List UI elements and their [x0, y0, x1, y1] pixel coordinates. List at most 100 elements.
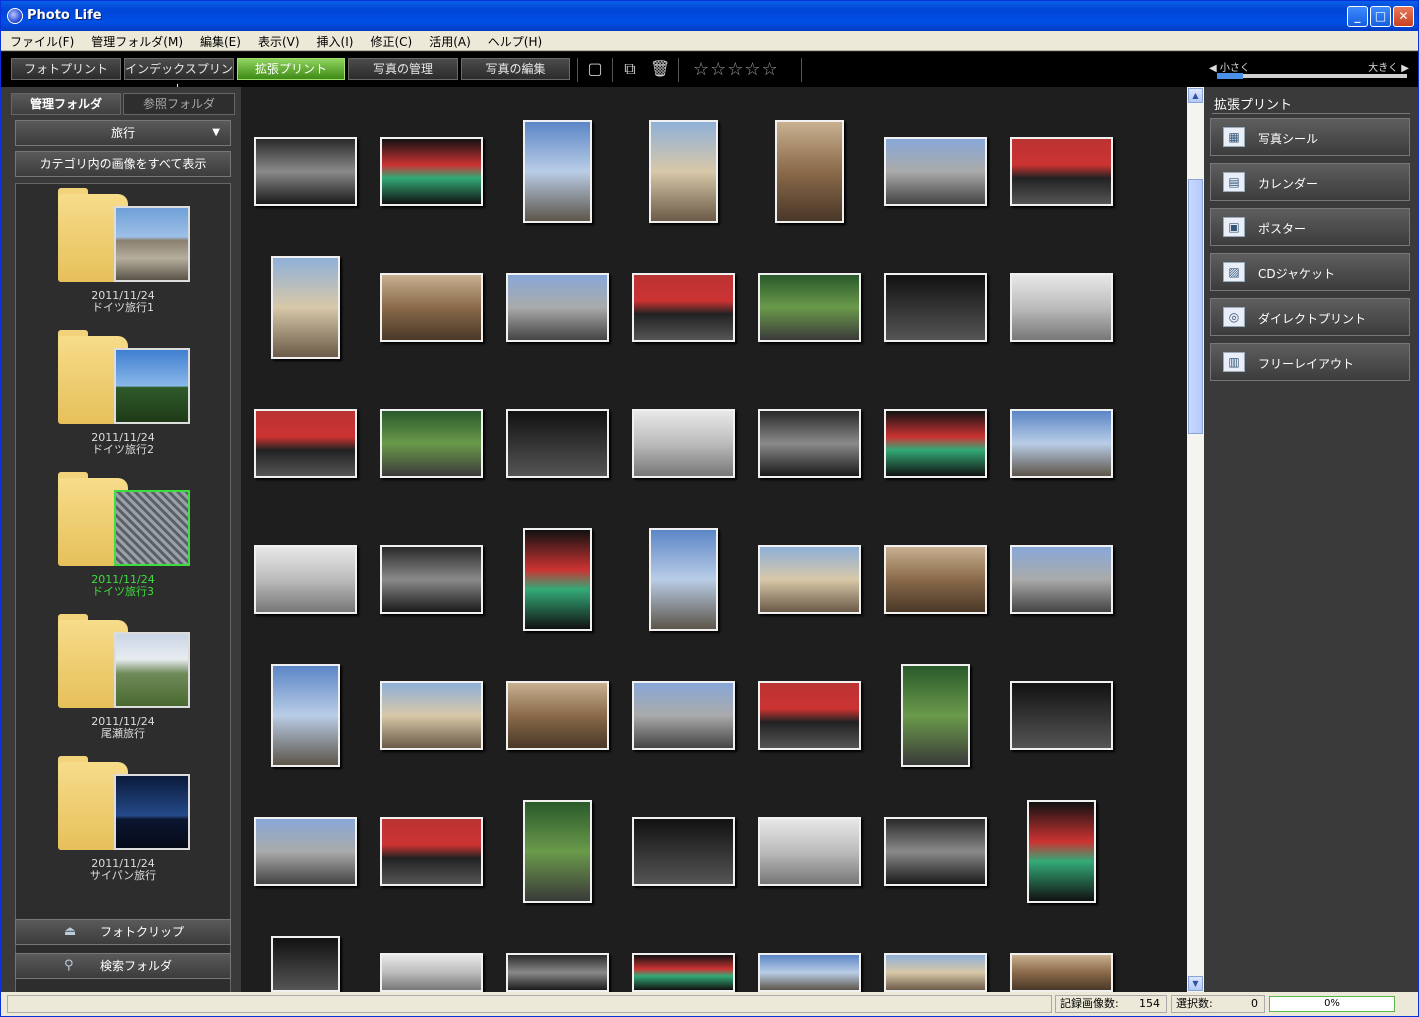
title-bar[interactable]: Photo Life _ □ ✕ [1, 1, 1418, 31]
cd-jacket-button[interactable]: ▨ CDジャケット [1210, 253, 1410, 291]
menu-edit[interactable]: 編集(E) [191, 31, 249, 50]
free-layout-button[interactable]: ▥ フリーレイアウト [1210, 343, 1410, 381]
direct-print-button[interactable]: ◎ ダイレクトプリント [1210, 298, 1410, 336]
scroll-up-button[interactable]: ▲ [1188, 88, 1203, 103]
photo-thumbnail[interactable] [253, 816, 357, 886]
photo-thumbnail[interactable] [900, 663, 970, 767]
right-panel: 拡張プリント ▦ 写真シール ▤ カレンダー ▣ ポスター ▨ CDジャケット ◎ ダイレ… [1204, 87, 1418, 992]
photo-thumbnail[interactable] [883, 952, 987, 992]
photo-thumbnail[interactable] [1009, 680, 1113, 750]
photo-thumbnail[interactable] [631, 680, 735, 750]
toolbar-separator [577, 58, 578, 82]
slider-track[interactable] [1217, 74, 1407, 78]
menu-help[interactable]: ヘルプ(H) [479, 31, 550, 50]
photo-thumbnail[interactable] [757, 952, 861, 992]
photo-thumbnail[interactable] [883, 408, 987, 478]
folder-item[interactable]: 2011/11/24 ドイツ旅行2 [16, 326, 230, 468]
folder-item[interactable]: 2011/11/24 尾瀬旅行 [16, 610, 230, 752]
photo-thumbnail[interactable] [1009, 272, 1113, 342]
photo-thumbnail[interactable] [379, 952, 483, 992]
photo-thumbnail[interactable] [379, 816, 483, 886]
photo-thumbnail[interactable] [1009, 952, 1113, 992]
maximize-button[interactable]: □ [1370, 6, 1391, 27]
photo-thumbnail[interactable] [253, 408, 357, 478]
photo-thumbnail[interactable] [774, 119, 844, 223]
photo-thumbnail[interactable] [757, 272, 861, 342]
photo-thumbnail[interactable] [883, 136, 987, 206]
search-folder-button[interactable]: ⚲ 検索フォルダ [15, 953, 231, 979]
tab-reference-folder[interactable]: 参照フォルダ [123, 93, 235, 115]
thumbnail-size-slider[interactable]: ◀ 小さく 大きく ▶ [1209, 57, 1409, 85]
photo-thumbnail[interactable] [270, 935, 340, 992]
vertical-scrollbar[interactable]: ▲ ▼ [1187, 87, 1204, 992]
folder-item[interactable]: 2011/11/24 ドイツ旅行1 [16, 184, 230, 326]
photo-thumbnail[interactable] [505, 408, 609, 478]
rating-stars[interactable]: ☆☆☆☆☆ [693, 59, 779, 80]
photo-thumbnail[interactable] [522, 119, 592, 223]
photo-thumbnail[interactable] [379, 136, 483, 206]
category-dropdown[interactable]: 旅行 ▼ [15, 120, 231, 146]
menu-view[interactable]: 表示(V) [249, 31, 308, 50]
menu-insert[interactable]: 挿入(I) [308, 31, 362, 50]
photo-thumbnail[interactable] [270, 663, 340, 767]
photo-thumbnail[interactable] [379, 408, 483, 478]
eject-icon: ⏏ [64, 924, 77, 939]
photo-thumbnail[interactable] [757, 816, 861, 886]
folder-item[interactable]: 2011/11/24 サイパン旅行 [16, 752, 230, 894]
photo-thumbnail[interactable] [270, 255, 340, 359]
photo-thumbnail[interactable] [757, 680, 861, 750]
photo-thumbnail[interactable] [631, 816, 735, 886]
tab-index-print[interactable]: インデックスプリント [124, 58, 234, 96]
photo-thumbnail[interactable] [505, 952, 609, 992]
photo-thumbnail[interactable] [883, 272, 987, 342]
size-small-label[interactable]: ◀ 小さく [1209, 59, 1250, 74]
tab-photo-management[interactable]: 写真の管理 [348, 58, 458, 80]
photo-thumbnail[interactable] [883, 544, 987, 614]
trash-icon[interactable]: 🗑 [650, 59, 670, 79]
photo-thumbnail[interactable] [522, 527, 592, 631]
photo-thumbnail[interactable] [757, 544, 861, 614]
photo-thumbnail[interactable] [883, 816, 987, 886]
photo-thumbnail[interactable] [522, 799, 592, 903]
tab-photo-editing[interactable]: 写真の編集 [461, 58, 570, 80]
tab-managed-folder[interactable]: 管理フォルダ [11, 93, 121, 115]
show-all-button[interactable]: カテゴリ内の画像をすべて表示 [15, 151, 231, 177]
scroll-thumb[interactable] [1188, 179, 1203, 434]
photo-thumbnail[interactable] [1026, 799, 1096, 903]
scroll-down-button[interactable]: ▼ [1188, 976, 1203, 991]
tab-extended-print[interactable]: 拡張プリント [237, 58, 345, 80]
size-large-label[interactable]: 大きく ▶ [1368, 59, 1409, 74]
photo-thumbnail[interactable] [1009, 136, 1113, 206]
photo-thumbnail[interactable] [631, 952, 735, 992]
photo-thumbnail[interactable] [631, 272, 735, 342]
close-button[interactable]: ✕ [1393, 6, 1414, 27]
photo-thumbnail[interactable] [505, 680, 609, 750]
photo-thumbnail[interactable] [1009, 544, 1113, 614]
folder-item-selected[interactable]: 2011/11/24 ドイツ旅行3 [16, 468, 230, 610]
photo-clip-button[interactable]: ⏏ フォトクリップ [15, 919, 231, 945]
photo-thumbnail[interactable] [505, 272, 609, 342]
toolbar-separator [801, 58, 802, 82]
single-view-icon[interactable]: ▢ [585, 59, 605, 79]
photo-thumbnail[interactable] [253, 544, 357, 614]
photo-thumbnail[interactable] [379, 544, 483, 614]
menu-modify[interactable]: 修正(C) [361, 31, 420, 50]
photo-sticker-button[interactable]: ▦ 写真シール [1210, 118, 1410, 156]
slider-thumb[interactable] [1217, 73, 1243, 79]
photo-thumbnail[interactable] [379, 272, 483, 342]
photo-thumbnail[interactable] [253, 136, 357, 206]
photo-thumbnail[interactable] [379, 680, 483, 750]
photo-thumbnail[interactable] [757, 408, 861, 478]
photo-thumbnail[interactable] [648, 119, 718, 223]
calendar-button[interactable]: ▤ カレンダー [1210, 163, 1410, 201]
poster-button[interactable]: ▣ ポスター [1210, 208, 1410, 246]
menu-managed-folder[interactable]: 管理フォルダ(M) [82, 31, 191, 50]
photo-thumbnail[interactable] [631, 408, 735, 478]
copy-icon[interactable]: ⧉ [620, 59, 640, 79]
menu-use[interactable]: 活用(A) [420, 31, 479, 50]
menu-file[interactable]: ファイル(F) [1, 31, 82, 50]
minimize-button[interactable]: _ [1347, 6, 1368, 27]
photo-thumbnail[interactable] [648, 527, 718, 631]
photo-thumbnail[interactable] [1009, 408, 1113, 478]
tab-photo-print[interactable]: フォトプリント [11, 58, 121, 80]
